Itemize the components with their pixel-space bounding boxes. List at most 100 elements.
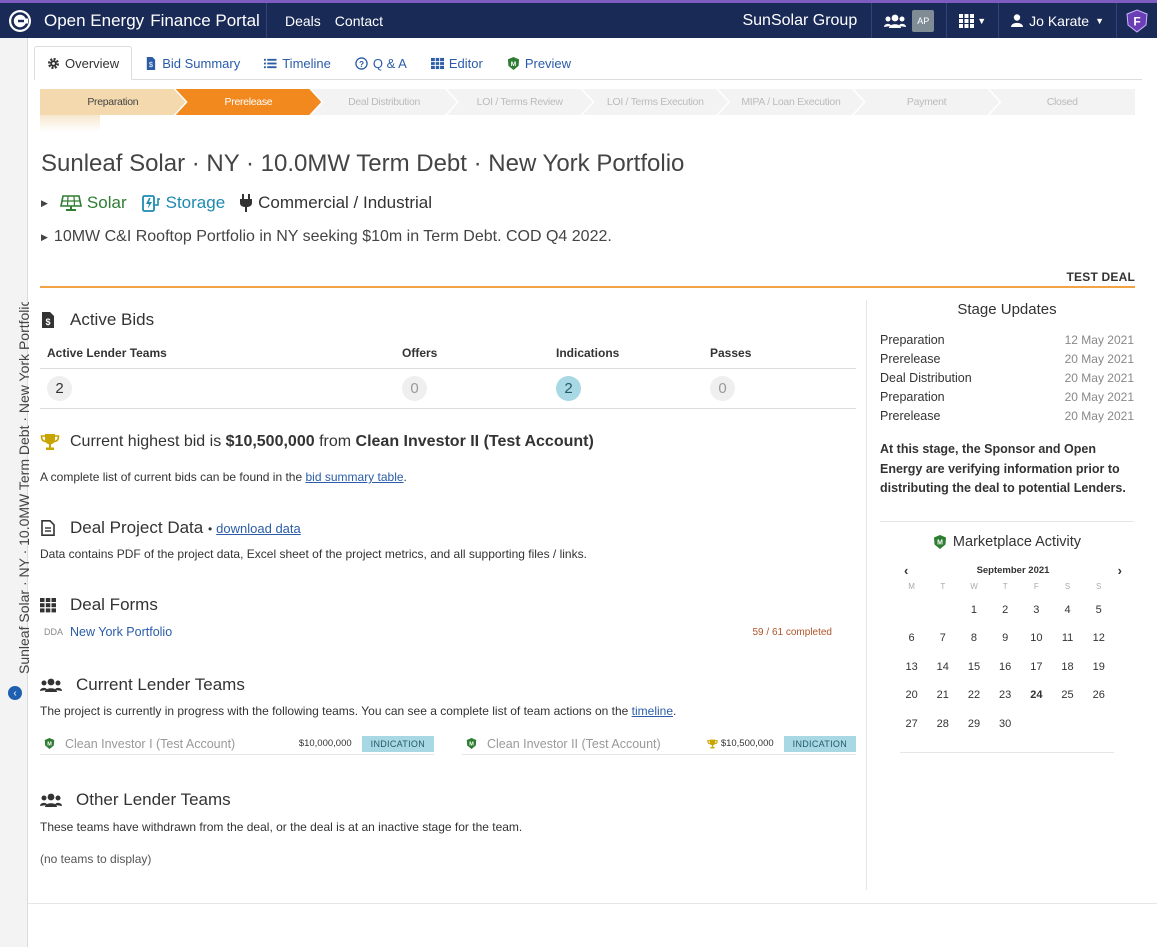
other-teams-note: These teams have withdrawn from the deal…: [40, 820, 523, 834]
calendar-day[interactable]: 29: [958, 710, 989, 738]
calendar-day[interactable]: 18: [1052, 653, 1083, 681]
count-badge[interactable]: 0: [710, 375, 735, 401]
tab-bid-summary[interactable]: $ Bid Summary: [132, 46, 252, 80]
next-month-button[interactable]: ›: [1110, 563, 1130, 578]
current-lender-teams-heading: Current Lender Teams: [40, 675, 245, 695]
stage-prerelease: Prerelease: [176, 89, 322, 115]
col-indications: Indications: [549, 339, 703, 369]
stage-updates-list: Preparation 12 May 2021 Prerelease 20 May …: [880, 333, 1134, 428]
nav-link-contact[interactable]: Contact: [335, 13, 383, 29]
active-bids-heading: $ Active Bids: [40, 310, 154, 330]
calendar-day[interactable]: 16: [990, 653, 1021, 681]
stage-mipa-loan-execution: MIPA / Loan Execution: [718, 89, 864, 115]
team-menu[interactable]: AP: [872, 3, 948, 38]
chevron-left-icon: ‹: [13, 687, 17, 699]
highest-bid-amount: $10,500,000: [225, 433, 315, 450]
tab-preview[interactable]: M Preview: [495, 46, 583, 80]
calendar-day[interactable]: 5: [1083, 596, 1114, 624]
calendar-day[interactable]: 4: [1052, 596, 1083, 624]
team-bid-amount: $10,500,000: [720, 738, 774, 749]
tab-label: Q & A: [372, 55, 407, 71]
calendar-weekday: T: [1002, 582, 1008, 591]
svg-text:M: M: [469, 741, 474, 747]
form-progress: 59 / 61 completed: [752, 626, 833, 638]
open-energy-logo-icon: [9, 9, 31, 32]
plug-icon: [240, 194, 253, 212]
tab-qa[interactable]: ? Q & A: [343, 46, 419, 80]
calendar-day[interactable]: 10: [1021, 624, 1052, 652]
calendar-day[interactable]: 27: [896, 710, 927, 738]
calendar-day[interactable]: 21: [927, 681, 958, 709]
team-name: Clean Investor I (Test Account): [65, 736, 236, 751]
brand[interactable]: Open Energy Finance Portal: [0, 3, 267, 38]
apps-menu[interactable]: ▼: [947, 3, 1000, 38]
top-navbar: Open Energy Finance Portal Deals Contact …: [0, 0, 1157, 38]
highest-bid-from: from: [319, 433, 352, 450]
calendar-day[interactable]: 13: [896, 653, 927, 681]
dpd-title-group: Deal Project Data • download data: [70, 518, 301, 538]
calendar-day[interactable]: 2: [990, 596, 1021, 624]
team-row[interactable]: M Clean Investor I (Test Account) $10,00…: [40, 733, 434, 755]
calendar-day[interactable]: 12: [1083, 624, 1114, 652]
deal-forms-heading: Deal Forms: [40, 595, 158, 615]
download-data-link[interactable]: download data: [216, 521, 301, 536]
calendar-day[interactable]: 23: [990, 681, 1021, 709]
user-menu[interactable]: Jo Karate ▼: [999, 3, 1117, 38]
calendar-day[interactable]: 14: [927, 653, 958, 681]
tab-overview[interactable]: Overview: [34, 46, 133, 80]
calendar-weekday: S: [1096, 582, 1102, 591]
section-title: Current Lender Teams: [76, 675, 245, 694]
calendar-day[interactable]: 20: [896, 681, 927, 709]
stage-updates-title: Stage Updates: [957, 301, 1057, 318]
calendar-day[interactable]: 19: [1083, 653, 1114, 681]
highest-bid-text: Current highest bid is $10,500,000 from …: [70, 433, 594, 451]
calendar-day[interactable]: 6: [896, 624, 927, 652]
nav-link-deals[interactable]: Deals: [285, 13, 321, 29]
calendar-day-empty: [896, 596, 927, 624]
collapse-rail-button[interactable]: ‹: [8, 686, 22, 700]
calendar-day[interactable]: 25: [1052, 681, 1083, 709]
calendar-day[interactable]: 9: [990, 624, 1021, 652]
calendar-day[interactable]: 11: [1052, 624, 1083, 652]
calendar-weekday: S: [1064, 582, 1071, 591]
stage-progress: Preparation Prerelease Deal Distribution…: [40, 89, 1135, 115]
bid-summary-link[interactable]: bid summary table: [306, 470, 404, 484]
organization-name[interactable]: SunSolar Group: [728, 3, 873, 38]
team-bid-amount-group: $10,500,000: [707, 738, 774, 749]
calendar-day[interactable]: 22: [958, 681, 989, 709]
calendar-day[interactable]: 3: [1021, 596, 1052, 624]
stage-name: Preparation: [880, 333, 945, 347]
test-deal-label: TEST DEAL: [1066, 270, 1135, 284]
timeline-link[interactable]: timeline: [632, 704, 673, 718]
product-badge[interactable]: F: [1117, 3, 1157, 38]
apps-grid-icon: [959, 13, 975, 28]
calendar-day[interactable]: 15: [958, 653, 989, 681]
tab-timeline[interactable]: Timeline: [252, 46, 343, 80]
cell-passes: 0: [703, 368, 856, 409]
count-badge[interactable]: 0: [402, 375, 427, 401]
users-icon: [40, 793, 62, 807]
tab-label: Bid Summary: [162, 55, 241, 71]
users-icon: [40, 678, 62, 692]
count-badge[interactable]: 2: [47, 375, 72, 401]
calendar-day[interactable]: 17: [1021, 653, 1052, 681]
count-badge[interactable]: 2: [556, 375, 581, 401]
team-row[interactable]: M Clean Investor II (Test Account) $10,5…: [462, 733, 856, 755]
svg-text:M: M: [937, 540, 943, 547]
prev-month-button[interactable]: ‹: [896, 563, 916, 578]
shield-logo-icon: M: [466, 738, 477, 749]
battery-charge-icon: [141, 195, 160, 212]
tab-editor[interactable]: Editor: [419, 46, 495, 80]
calendar-day[interactable]: 1: [958, 596, 989, 624]
avatar[interactable]: AP: [912, 9, 935, 32]
highest-bid-investor: Clean Investor II (Test Account): [355, 433, 594, 450]
svg-text:?: ?: [359, 58, 364, 68]
calendar-day[interactable]: 26: [1083, 681, 1114, 709]
form-name-link[interactable]: New York Portfolio: [70, 625, 172, 639]
calendar-day[interactable]: 8: [958, 624, 989, 652]
calendar-day[interactable]: 24: [1021, 681, 1052, 709]
other-lender-teams-heading: Other Lender Teams: [40, 790, 231, 810]
calendar-day[interactable]: 30: [990, 710, 1021, 738]
calendar-day[interactable]: 7: [927, 624, 958, 652]
calendar-day[interactable]: 28: [927, 710, 958, 738]
